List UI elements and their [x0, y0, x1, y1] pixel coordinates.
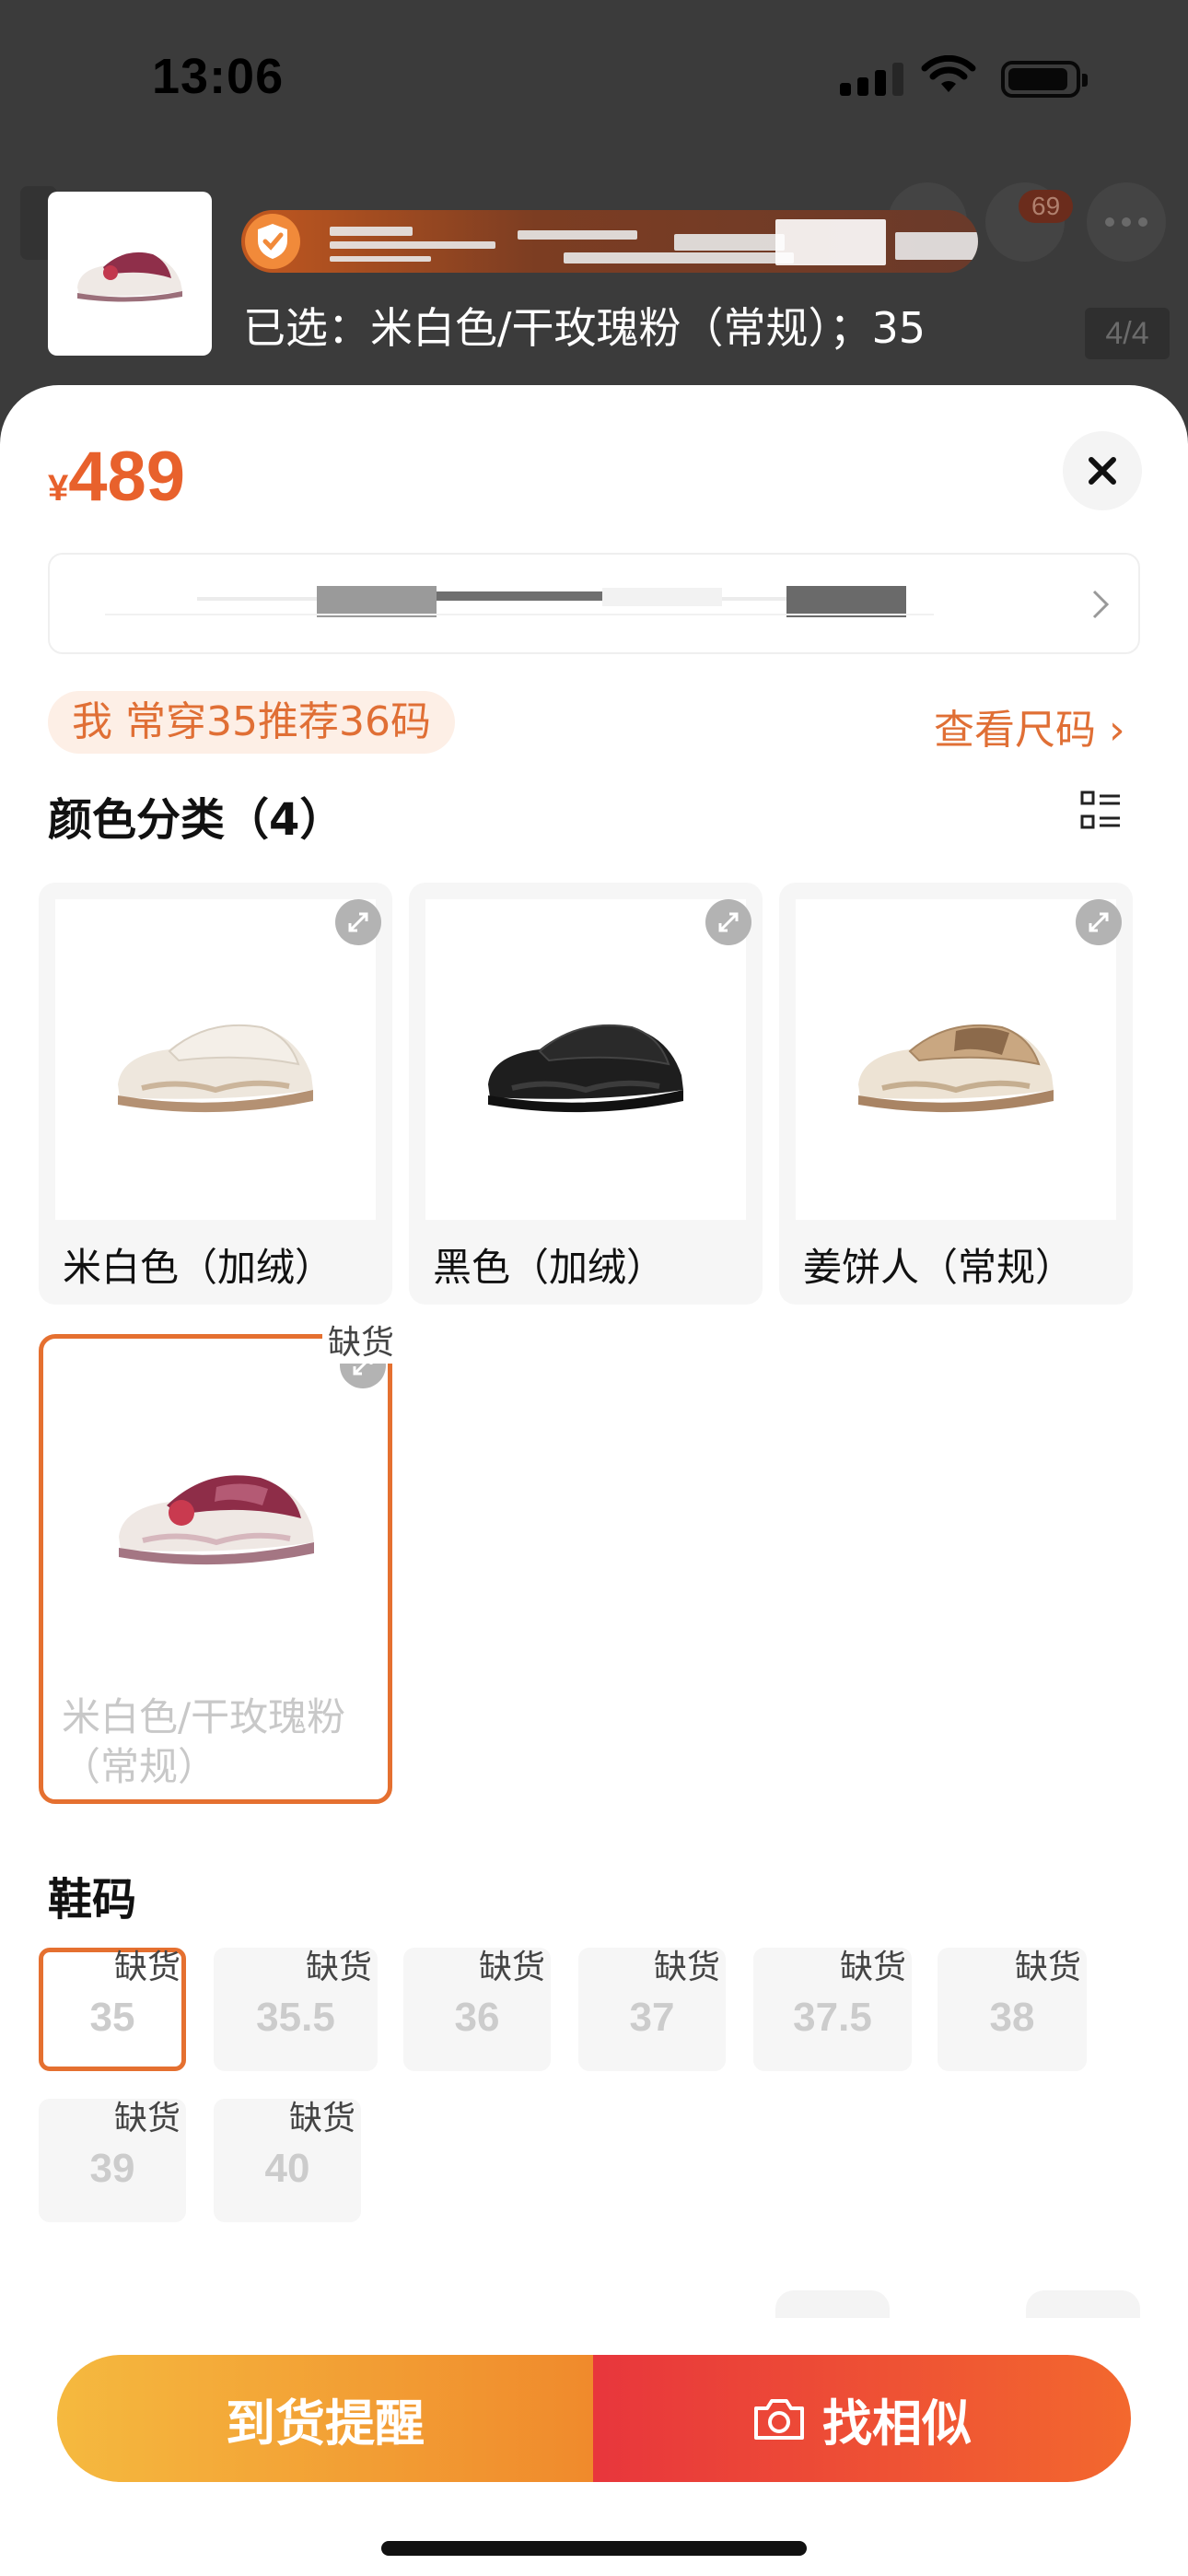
out-of-stock-tag: 缺货 [654, 1949, 721, 1986]
out-of-stock-tag: 缺货 [479, 1949, 546, 1986]
selected-product-thumbnail[interactable] [48, 192, 212, 356]
out-of-stock-tag: 缺货 [322, 1316, 401, 1364]
faded-element [775, 2290, 890, 2318]
size-section-title: 鞋码 [48, 1874, 137, 1926]
size-value: 40 [264, 2146, 310, 2191]
out-of-stock-tag: 缺货 [306, 1949, 373, 1986]
color-option-label: 姜饼人（常规） [803, 1245, 1075, 1290]
close-icon [1089, 457, 1116, 485]
size-value: 35.5 [256, 1995, 335, 2040]
size-recommendation: 我 常穿35推荐36码 [48, 691, 455, 754]
restock-notify-button[interactable]: 到货提醒 [57, 2355, 593, 2482]
battery-icon [1001, 61, 1088, 98]
out-of-stock-tag: 缺货 [114, 2100, 181, 2137]
out-of-stock-tag: 缺货 [840, 1949, 907, 1986]
color-option-card[interactable]: 姜饼人（常规） [779, 883, 1133, 1305]
color-option-card-selected[interactable]: 米白色/干玫瑰粉（常规） [39, 1334, 392, 1804]
home-indicator[interactable] [381, 2541, 807, 2556]
size-value: 38 [989, 1995, 1035, 2040]
color-section-title: 颜色分类（4） [48, 794, 344, 846]
color-option-label: 米白色/干玫瑰粉（常规） [62, 1694, 346, 1789]
camera-icon [754, 2399, 804, 2440]
color-option-card[interactable]: 黑色（加绒） [409, 883, 763, 1305]
more-options-button[interactable] [1087, 182, 1166, 262]
close-button[interactable] [1063, 431, 1142, 510]
expand-icon[interactable] [335, 899, 381, 945]
wifi-icon [921, 55, 976, 92]
price-amount: 489 [68, 438, 186, 516]
restock-notify-label: 到货提醒 [226, 2394, 425, 2453]
size-value: 36 [454, 1995, 500, 2040]
cart-badge: 69 [1019, 190, 1074, 223]
list-view-icon[interactable] [1079, 789, 1124, 833]
chevron-right-icon [1092, 590, 1110, 619]
out-of-stock-tag: 缺货 [289, 2100, 356, 2137]
status-time: 13:06 [152, 49, 285, 104]
color-option-label: 黑色（加绒） [433, 1245, 666, 1290]
shield-check-icon [245, 214, 300, 269]
expand-icon[interactable] [1076, 899, 1122, 945]
find-similar-button[interactable]: 找相似 [593, 2355, 1131, 2482]
black-sneaker-image [425, 899, 746, 1220]
color-option-card[interactable]: 米白色（加绒） [39, 883, 392, 1305]
beige-sneaker-image [796, 899, 1116, 1220]
size-value: 37.5 [793, 1995, 872, 2040]
expand-icon[interactable] [705, 899, 751, 945]
price-currency: ¥ [48, 468, 69, 509]
size-value: 37 [629, 1995, 675, 2040]
size-value: 39 [89, 2146, 135, 2191]
product-title-bar [241, 210, 978, 273]
selected-variant-text: 已选：米白色/干玫瑰粉（常规）；35 [243, 303, 926, 353]
status-bar: 13:06 [0, 0, 1188, 157]
cellular-signal-icon [840, 63, 903, 96]
rose-sneaker-image [56, 1352, 377, 1672]
faded-element [1026, 2290, 1140, 2318]
action-bar: 到货提醒 找相似 [57, 2355, 1131, 2482]
cream-sneaker-image [55, 899, 376, 1220]
size-chart-link[interactable]: 查看尺码 › [934, 697, 1125, 755]
out-of-stock-tag: 缺货 [114, 1949, 181, 1986]
sku-selector-sheet: ¥489 我 常穿35推荐36码 查看尺码 › 颜色分类（4） 米白色（加绒） … [0, 385, 1188, 2576]
out-of-stock-tag: 缺货 [1015, 1949, 1082, 1986]
price: ¥489 [48, 437, 185, 517]
promotion-banner[interactable] [48, 553, 1140, 654]
color-option-label: 米白色（加绒） [63, 1245, 334, 1290]
size-value: 35 [89, 1995, 135, 2040]
find-similar-label: 找相似 [822, 2394, 972, 2453]
image-page-counter: 4/4 [1085, 308, 1170, 359]
rose-sneaker-image [77, 252, 182, 302]
